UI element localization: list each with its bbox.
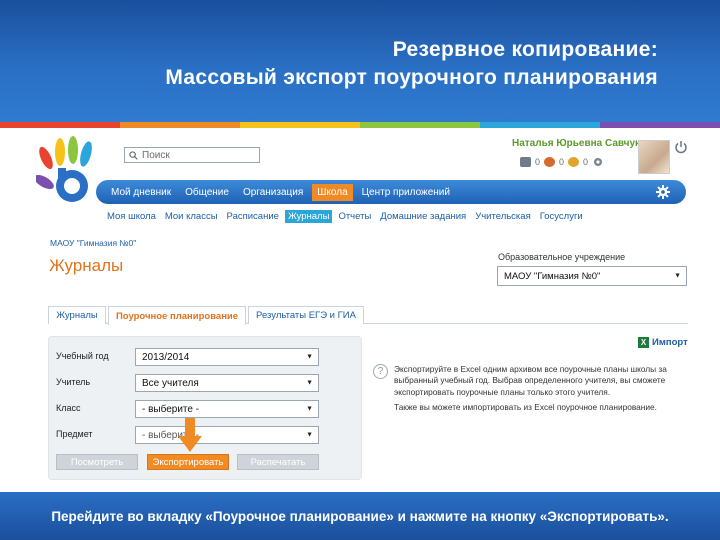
search-icon [129, 150, 138, 160]
class-select[interactable]: - выберите - ▼ [135, 400, 319, 418]
import-label: Импорт [652, 337, 688, 348]
stripe-segment [240, 122, 360, 128]
nav-school[interactable]: Школа [312, 183, 353, 201]
subnav-my-classes[interactable]: Мои классы [162, 210, 221, 223]
groups-icon[interactable] [568, 157, 580, 167]
class-label: Класс [56, 403, 81, 413]
subnav-teachers-room[interactable]: Учительская [472, 210, 534, 223]
year-value: 2013/2014 [142, 351, 190, 363]
user-counters: 0 0 0 [520, 156, 604, 168]
export-button[interactable]: Экспортировать [147, 454, 229, 470]
institution-select[interactable]: МАОУ "Гимназия №0" ▼ [497, 266, 687, 286]
mail-icon[interactable] [520, 157, 531, 167]
subnav-schedule[interactable]: Расписание [224, 210, 282, 223]
people-count: 0 [559, 157, 565, 167]
avatar[interactable] [638, 140, 670, 174]
instruction-text: Перейдите во вкладку «Поурочное планиров… [51, 508, 669, 524]
search-placeholder: Поиск [142, 149, 170, 161]
slide-title-line2: Массовый экспорт поурочного планирования [165, 66, 658, 89]
power-icon[interactable] [674, 140, 688, 154]
stripe-segment [480, 122, 600, 128]
tab-exam-results[interactable]: Результаты ЕГЭ и ГИА [248, 306, 364, 324]
institution-label: Образовательное учреждение [498, 252, 626, 262]
instruction-banner: Перейдите во вкладку «Поурочное планиров… [0, 492, 720, 540]
tab-bar: Журналы Поурочное планирование Результат… [48, 306, 688, 325]
class-value: - выберите - [142, 403, 200, 415]
slide-title-line1: Резервное копирование: [392, 38, 658, 61]
institution-value: МАОУ "Гимназия №0" [504, 270, 601, 282]
sub-nav: Моя школа Мои классы Расписание Журналы … [104, 210, 589, 223]
chevron-down-icon: ▼ [306, 353, 313, 361]
nav-communication[interactable]: Общение [180, 184, 234, 201]
page-title: Журналы [49, 256, 124, 275]
year-label: Учебный год [56, 351, 109, 361]
stripe-segment [600, 122, 720, 128]
help-icon: ? [373, 364, 388, 379]
subnav-homework[interactable]: Домашние задания [377, 210, 469, 223]
nav-app-center[interactable]: Центр приложений [357, 184, 455, 201]
subnav-my-school[interactable]: Моя школа [104, 210, 159, 223]
people-icon[interactable] [544, 157, 556, 167]
subnav-public-services[interactable]: Госуслуги [537, 210, 586, 223]
teacher-select[interactable]: Все учителя ▼ [135, 374, 319, 392]
import-info-text: Также вы можете импортировать из Excel п… [394, 402, 657, 412]
nav-my-diary[interactable]: Мой дневник [106, 184, 176, 201]
stripe-segment [360, 122, 480, 128]
user-name[interactable]: Наталья Юрьевна Савчук [512, 138, 640, 149]
excel-icon: X [638, 337, 649, 348]
chevron-down-icon: ▼ [306, 431, 313, 439]
subject-label: Предмет [56, 429, 93, 439]
color-stripe [0, 122, 720, 128]
dnevnik-logo-icon [36, 136, 92, 202]
export-info-text: Экспортируйте в Excel одним архивом все … [394, 364, 667, 397]
slide-header: Резервное копирование: Массовый экспорт … [0, 0, 720, 122]
subject-select[interactable]: - выберите - ▼ [135, 426, 319, 444]
nav-organization[interactable]: Организация [238, 184, 308, 201]
year-select[interactable]: 2013/2014 ▼ [135, 348, 319, 366]
chevron-down-icon: ▼ [306, 379, 313, 387]
tab-lesson-planning[interactable]: Поурочное планирование [108, 306, 246, 325]
search-input[interactable]: Поиск [124, 147, 260, 163]
breadcrumb[interactable]: МАОУ "Гимназия №0" [50, 238, 136, 248]
stripe-segment [120, 122, 240, 128]
chevron-down-icon: ▼ [674, 272, 681, 280]
print-button[interactable]: Распечатать [237, 454, 319, 470]
stripe-segment [0, 122, 120, 128]
subnav-journals[interactable]: Журналы [284, 210, 333, 223]
main-nav: Мой дневник Общение Организация Школа Це… [96, 180, 686, 204]
mail-count: 0 [535, 157, 541, 167]
groups-count: 0 [583, 157, 589, 167]
slide: Резервное копирование: Массовый экспорт … [0, 0, 720, 540]
arrow-down-icon [178, 418, 202, 452]
teacher-value: Все учителя [142, 377, 199, 389]
view-button[interactable]: Посмотреть [56, 454, 138, 470]
chevron-down-icon: ▼ [306, 405, 313, 413]
gear-icon[interactable] [656, 185, 670, 199]
settings-icon[interactable] [592, 156, 604, 168]
teacher-label: Учитель [56, 377, 91, 387]
subnav-reports[interactable]: Отчеты [335, 210, 374, 223]
import-link[interactable]: X Импорт [638, 337, 688, 348]
tab-journals[interactable]: Журналы [48, 306, 106, 324]
